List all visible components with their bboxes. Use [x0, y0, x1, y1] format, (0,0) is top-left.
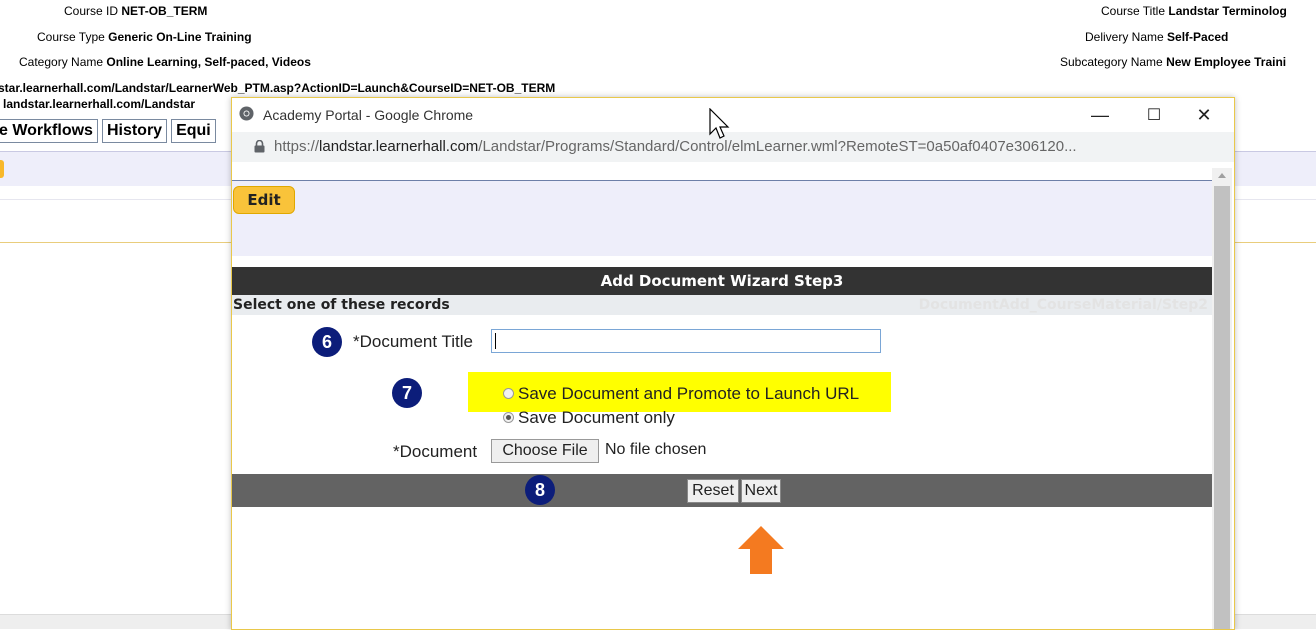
minimize-button[interactable]: — [1080, 102, 1120, 128]
chrome-icon [239, 106, 254, 121]
url-scheme: https:// [274, 138, 320, 155]
edit-button[interactable]: Edit [233, 186, 295, 214]
wizard-content: Edit Add Document Wizard Step3 Select on… [232, 181, 1212, 629]
address-bar[interactable]: https://landstar.learnerhall.com/Landsta… [232, 132, 1234, 162]
academy-portal-popup: Academy Portal - Google Chrome — ☐ ✕ htt… [231, 97, 1235, 630]
background-edit-button[interactable] [0, 160, 4, 178]
scroll-thumb[interactable] [1214, 186, 1230, 629]
background-tabs: e Workflows History Equi [0, 119, 216, 143]
select-records-label: Select one of these records [233, 297, 450, 313]
url-path: /Landstar/Programs/Standard/Control/elmL… [478, 138, 1077, 155]
document-label: *Document [393, 442, 478, 461]
delivery-row: Delivery Name Self-Paced [1085, 30, 1228, 44]
mouse-cursor-icon [709, 108, 730, 139]
maximize-button[interactable]: ☐ [1134, 102, 1174, 128]
course-id-label: Course ID [64, 4, 119, 18]
tab-equipment[interactable]: Equi [171, 119, 216, 143]
step-reference: DocumentAdd_CourseMaterial/Step2 [918, 297, 1208, 313]
course-title-value: Landstar Terminolog [1168, 4, 1287, 18]
vertical-scrollbar[interactable] [1212, 168, 1232, 629]
document-title-label: *Document Title [353, 332, 473, 351]
radio-promote-label[interactable]: Save Document and Promote to Launch URL [518, 384, 859, 404]
delivery-value: Self-Paced [1167, 30, 1229, 44]
radio-save-only-label[interactable]: Save Document only [518, 408, 675, 428]
delivery-label: Delivery Name [1085, 30, 1164, 44]
launch-url-link-2[interactable]: landstar.learnerhall.com/Landstar [3, 97, 195, 111]
category-label: Category Name [19, 55, 104, 69]
title-bar[interactable]: Academy Portal - Google Chrome — ☐ ✕ [232, 98, 1234, 132]
select-records-row: Select one of these records DocumentAdd_… [232, 295, 1212, 315]
url-text[interactable]: https://landstar.learnerhall.com/Landsta… [274, 138, 1077, 155]
choose-file-button[interactable]: Choose File [491, 439, 599, 463]
document-title-input[interactable] [491, 329, 881, 353]
course-type-value: Generic On-Line Training [108, 30, 252, 44]
no-file-text: No file chosen [605, 441, 707, 458]
tab-workflows[interactable]: e Workflows [0, 119, 98, 143]
step-badge-7: 7 [392, 378, 422, 408]
wizard-title: Add Document Wizard Step3 [232, 267, 1212, 295]
subcategory-value: New Employee Traini [1166, 55, 1287, 69]
course-title-row: Course Title Landstar Terminolog [1101, 4, 1287, 18]
step-badge-6: 6 [312, 327, 342, 357]
window-title: Academy Portal - Google Chrome [263, 107, 474, 123]
radio-promote[interactable] [503, 388, 514, 399]
close-button[interactable]: ✕ [1184, 102, 1224, 128]
wizard-footer: 8 Reset Next [232, 474, 1212, 507]
radio-save-only[interactable] [503, 412, 514, 423]
category-value: Online Learning, Self-paced, Videos [106, 55, 311, 69]
text-caret [495, 333, 496, 349]
next-button[interactable]: Next [741, 479, 781, 503]
course-type-row: Course Type Generic On-Line Training [37, 30, 252, 44]
lock-icon [254, 140, 265, 153]
arrow-up-icon [738, 526, 784, 574]
subcategory-row: Subcategory Name New Employee Traini [1060, 55, 1286, 69]
edit-area: Edit [232, 181, 1212, 256]
launch-url-link[interactable]: star.learnerhall.com/Landstar/LearnerWeb… [0, 81, 555, 95]
course-title-label: Course Title [1101, 4, 1166, 18]
subcategory-label: Subcategory Name [1060, 55, 1163, 69]
category-row: Category Name Online Learning, Self-pace… [19, 55, 311, 69]
scroll-up-icon[interactable] [1216, 170, 1228, 182]
course-id-row: Course ID NET-OB_TERM [64, 4, 207, 18]
url-host: landstar.learnerhall.com [319, 138, 479, 155]
tab-history[interactable]: History [101, 119, 168, 143]
course-type-label: Course Type [37, 30, 105, 44]
course-id-value: NET-OB_TERM [121, 4, 208, 18]
reset-button[interactable]: Reset [687, 479, 739, 503]
step-badge-8: 8 [525, 475, 555, 505]
